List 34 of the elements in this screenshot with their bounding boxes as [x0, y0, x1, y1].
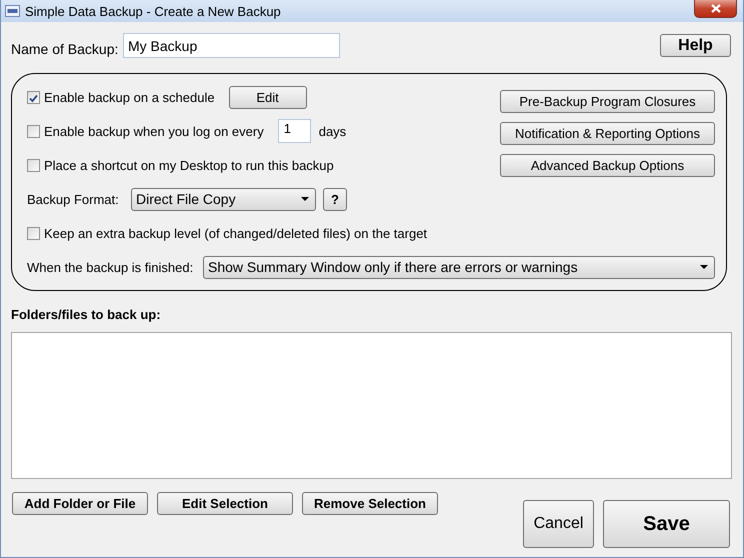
name-label: Name of Backup: — [11, 40, 120, 56]
checkbox[interactable] — [27, 90, 40, 104]
option-label: Enable backup on a schedule — [44, 90, 215, 104]
name-field[interactable]: My Backup — [123, 33, 340, 58]
save-button[interactable]: Save — [603, 500, 730, 548]
unit-label: days — [318, 124, 346, 138]
format-dropdown[interactable]: Direct File Copy — [131, 188, 316, 210]
format-label: Backup Format: — [27, 192, 120, 206]
finished-dropdown[interactable]: Show Summary Window only if there are errors or warnings — [203, 256, 715, 278]
list-button[interactable]: Add Folder or File — [12, 492, 148, 515]
option-label: Enable backup when you log on every — [44, 124, 264, 138]
options-button[interactable]: Advanced Backup Options — [500, 154, 715, 177]
options-button[interactable]: Pre-Backup Program Closures — [500, 90, 715, 113]
list-button[interactable]: Edit Selection — [157, 492, 293, 515]
cancel-button[interactable]: Cancel — [523, 500, 594, 548]
list-button[interactable]: Remove Selection — [302, 492, 438, 515]
caret-icon — [301, 197, 309, 201]
caret-icon — [700, 265, 708, 269]
checkbox[interactable] — [27, 158, 40, 172]
days-field[interactable]: 1 — [278, 119, 311, 143]
window-title: Simple Data Backup - Create a New Backup — [25, 4, 281, 18]
app-icon — [5, 5, 20, 17]
edit-button[interactable]: Edit — [228, 86, 307, 108]
help-button[interactable]: Help — [660, 34, 731, 57]
checkbox[interactable] — [27, 124, 40, 138]
folders-label: Folders/files to back up: — [11, 307, 162, 323]
finished-label: When the backup is finished: — [27, 260, 194, 274]
option-label: Place a shortcut on my Desktop to run this backup — [44, 158, 334, 172]
help-button[interactable]: ? — [323, 188, 347, 210]
close-button[interactable] — [694, 0, 737, 18]
options-button[interactable]: Notification & Reporting Options — [500, 122, 715, 145]
close-icon — [710, 4, 720, 13]
checkbox[interactable] — [27, 226, 40, 240]
option-label: Keep an extra backup level (of changed/deleted files) on the target — [44, 226, 428, 240]
